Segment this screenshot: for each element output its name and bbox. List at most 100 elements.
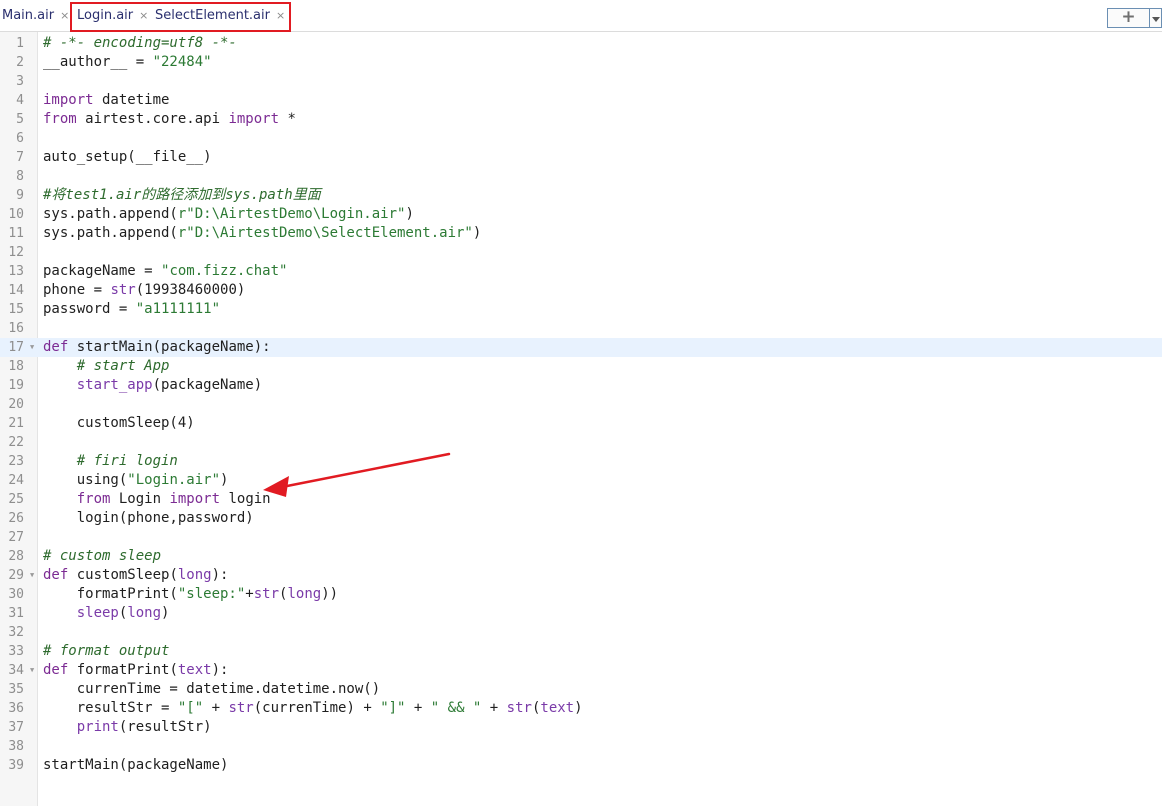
line-number: 38 xyxy=(8,739,24,754)
code-line[interactable]: 33 # format output xyxy=(0,642,1162,661)
line-number: 18 xyxy=(8,359,24,374)
code-line[interactable]: 16 xyxy=(0,319,1162,338)
code-line[interactable]: 12 xyxy=(0,243,1162,262)
code-token: auto_setup(__file__) xyxy=(43,149,212,165)
code-token: formatPrint( xyxy=(43,586,178,602)
code-line[interactable]: 34 ▼ def formatPrint(text): xyxy=(0,661,1162,680)
code-token: def xyxy=(43,567,69,583)
code-line[interactable]: 13 packageName = "com.fizz.chat" xyxy=(0,262,1162,281)
code-text: from Login import login xyxy=(43,490,271,509)
line-number: 7 xyxy=(16,150,24,165)
code-token: # start App xyxy=(76,358,170,374)
code-line[interactable]: 9 #将test1.air的路径添加到sys.path里面 xyxy=(0,186,1162,205)
fold-toggle-icon[interactable]: ▼ xyxy=(30,566,34,585)
code-token: str xyxy=(228,700,254,716)
code-line[interactable]: 11 sys.path.append(r"D:\AirtestDemo\Selec… xyxy=(0,224,1162,243)
code-text: start_app(packageName) xyxy=(43,376,262,395)
code-text: phone = str(19938460000) xyxy=(43,281,245,300)
code-line[interactable]: 14 phone = str(19938460000) xyxy=(0,281,1162,300)
code-token: text xyxy=(177,662,212,678)
line-number: 14 xyxy=(8,283,24,298)
code-line[interactable]: 1 # -*- encoding=utf8 -*- xyxy=(0,34,1162,53)
fold-toggle-icon[interactable]: ▼ xyxy=(30,338,34,357)
code-token: ) xyxy=(472,225,482,241)
code-token: "com.fizz.chat" xyxy=(161,263,288,279)
code-text: #将test1.air的路径添加到sys.path里面 xyxy=(43,186,321,205)
tab-label: Main.air xyxy=(2,8,55,23)
line-number: 39 xyxy=(8,758,24,773)
code-line[interactable]: 39 startMain(packageName) xyxy=(0,756,1162,775)
line-number: 35 xyxy=(8,682,24,697)
code-line[interactable]: 32 xyxy=(0,623,1162,642)
code-token: r"D:\AirtestDemo\Login.air" xyxy=(177,206,406,222)
line-number: 11 xyxy=(8,226,24,241)
line-number: 15 xyxy=(8,302,24,317)
code-token: def xyxy=(43,339,69,355)
code-line[interactable]: 30 formatPrint("sleep:"+str(long)) xyxy=(0,585,1162,604)
code-line[interactable]: 22 xyxy=(0,433,1162,452)
code-line[interactable]: 36 resultStr = "[" + str(currenTime) + "… xyxy=(0,699,1162,718)
line-number: 37 xyxy=(8,720,24,735)
code-line[interactable]: 25 from Login import login xyxy=(0,490,1162,509)
line-number: 8 xyxy=(16,169,24,184)
code-line[interactable]: 5 from airtest.core.api import * xyxy=(0,110,1162,129)
line-number: 13 xyxy=(8,264,24,279)
code-token: * xyxy=(279,111,296,127)
line-number: 5 xyxy=(16,112,24,127)
code-line[interactable]: 20 xyxy=(0,395,1162,414)
code-token: # firi login xyxy=(76,453,178,469)
code-token: long xyxy=(287,586,322,602)
code-text: def formatPrint(text): xyxy=(43,661,228,680)
code-editor[interactable]: 1 # -*- encoding=utf8 -*- 2 __author__ = "2… xyxy=(0,32,1162,806)
code-line[interactable]: 17 ▼ def startMain(packageName): xyxy=(0,338,1162,357)
code-line[interactable]: 35 currenTime = datetime.datetime.now() xyxy=(0,680,1162,699)
line-number: 25 xyxy=(8,492,24,507)
code-line[interactable]: 21 customSleep(4) xyxy=(0,414,1162,433)
code-line[interactable]: 27 xyxy=(0,528,1162,547)
code-token: from xyxy=(76,491,111,507)
code-token: datetime xyxy=(93,92,170,108)
code-token: )) xyxy=(321,586,339,602)
code-text: password = "a1111111" xyxy=(43,300,220,319)
code-line[interactable]: 18 # start App xyxy=(0,357,1162,376)
line-number: 4 xyxy=(16,93,24,108)
code-line[interactable]: 38 xyxy=(0,737,1162,756)
code-line[interactable]: 3 xyxy=(0,72,1162,91)
code-line[interactable]: 7 auto_setup(__file__) xyxy=(0,148,1162,167)
line-number: 12 xyxy=(8,245,24,260)
line-number: 23 xyxy=(8,454,24,469)
add-tab-button[interactable]: + xyxy=(1107,8,1150,28)
code-line[interactable]: 6 xyxy=(0,129,1162,148)
line-number: 30 xyxy=(8,587,24,602)
code-line[interactable]: 2 __author__ = "22484" xyxy=(0,53,1162,72)
code-line[interactable]: 4 import datetime xyxy=(0,91,1162,110)
code-line[interactable]: 37 print(resultStr) xyxy=(0,718,1162,737)
fold-toggle-icon[interactable]: ▼ xyxy=(30,661,34,680)
code-line[interactable]: 23 # firi login xyxy=(0,452,1162,471)
code-line[interactable]: 15 password = "a1111111" xyxy=(0,300,1162,319)
chevron-down-icon xyxy=(1152,17,1160,22)
code-line[interactable]: 28 # custom sleep xyxy=(0,547,1162,566)
line-number: 31 xyxy=(8,606,24,621)
code-token: (packageName) xyxy=(152,377,263,393)
code-line[interactable]: 29 ▼ def customSleep(long): xyxy=(0,566,1162,585)
code-token: ) xyxy=(161,605,170,621)
tab-list-dropdown-button[interactable] xyxy=(1150,8,1162,28)
code-token: " && " xyxy=(430,700,482,716)
code-token: import xyxy=(228,111,280,127)
tab-main-air[interactable]: Main.air × xyxy=(2,2,69,30)
code-line[interactable]: 26 login(phone,password) xyxy=(0,509,1162,528)
code-token: text xyxy=(540,700,575,716)
code-text: import datetime xyxy=(43,91,169,110)
code-token: "Login.air" xyxy=(127,472,221,488)
code-text: login(phone,password) xyxy=(43,509,254,528)
code-line[interactable]: 24 using("Login.air") xyxy=(0,471,1162,490)
code-line[interactable]: 31 sleep(long) xyxy=(0,604,1162,623)
code-line[interactable]: 19 start_app(packageName) xyxy=(0,376,1162,395)
code-line[interactable]: 8 xyxy=(0,167,1162,186)
line-number: 10 xyxy=(8,207,24,222)
tab-close-icon[interactable]: × xyxy=(60,9,69,22)
code-token: Login xyxy=(110,491,170,507)
code-line[interactable]: 10 sys.path.append(r"D:\AirtestDemo\Login… xyxy=(0,205,1162,224)
